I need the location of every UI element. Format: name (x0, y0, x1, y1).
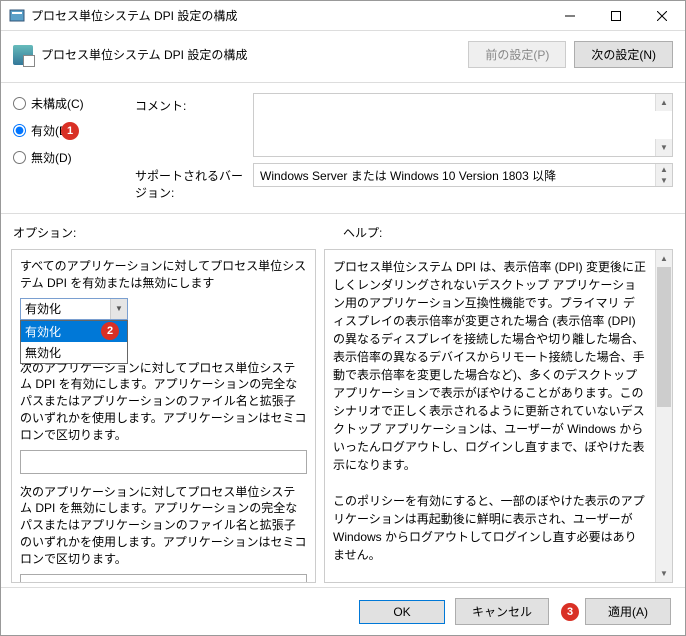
app-icon (9, 8, 25, 24)
options-panel: すべてのアプリケーションに対してプロセス単位システム DPI を有効または無効に… (11, 249, 316, 583)
help-panel: プロセス単位システム DPI は、表示倍率 (DPI) 変更後に正しくレンダリン… (324, 249, 673, 583)
minimize-button[interactable] (547, 1, 593, 30)
annotation-badge-3: 3 (561, 603, 579, 621)
titlebar: プロセス単位システム DPI 設定の構成 (1, 1, 685, 31)
options-heading: オプション: (13, 224, 343, 241)
enable-disable-dropdown[interactable]: 有効化 ▼ 有効化 2 無効化 (20, 298, 128, 320)
dropdown-item-enable[interactable]: 有効化 2 (21, 321, 127, 342)
scroll-down-icon[interactable]: ▼ (655, 139, 672, 156)
apply-button[interactable]: 適用(A) (585, 598, 671, 625)
enable-apps-label: 次のアプリケーションに対してプロセス単位システム DPI を有効にします。アプリ… (20, 360, 307, 444)
policy-title: プロセス単位システム DPI 設定の構成 (41, 46, 460, 63)
scroll-down-icon[interactable]: ▼ (656, 565, 672, 582)
dropdown-value: 有効化 (25, 300, 61, 317)
scrollbar-thumb[interactable] (657, 267, 671, 407)
supported-version-value: Windows Server または Windows 10 Version 18… (260, 169, 556, 183)
radio-not-configured[interactable]: 未構成(C) (13, 95, 123, 112)
dropdown-item-disable[interactable]: 無効化 (21, 342, 127, 363)
all-apps-label: すべてのアプリケーションに対してプロセス単位システム DPI を有効または無効に… (20, 258, 307, 292)
radio-label: 未構成(C) (31, 95, 84, 112)
radio-label: 無効(D) (31, 149, 72, 166)
help-heading: ヘルプ: (343, 224, 382, 241)
scroll-down-icon[interactable]: ▼ (655, 175, 672, 186)
disable-apps-label: 次のアプリケーションに対してプロセス単位システム DPI を無効にします。アプリ… (20, 484, 307, 568)
scroll-up-icon[interactable]: ▲ (656, 250, 672, 267)
policy-icon (13, 45, 33, 65)
cancel-button[interactable]: キャンセル (455, 598, 549, 625)
supported-version-text: Windows Server または Windows 10 Version 18… (253, 163, 673, 187)
radio-disabled[interactable]: 無効(D) (13, 149, 123, 166)
next-setting-button[interactable]: 次の設定(N) (574, 41, 673, 68)
window-title: プロセス単位システム DPI 設定の構成 (31, 7, 547, 24)
ok-button[interactable]: OK (359, 600, 445, 624)
radio-enabled[interactable]: 有効(E) 1 (13, 122, 123, 139)
maximize-button[interactable] (593, 1, 639, 30)
dropdown-list: 有効化 2 無効化 (20, 320, 128, 364)
supported-label: サポートされるバージョン: (135, 163, 245, 201)
help-text: プロセス単位システム DPI は、表示倍率 (DPI) 変更後に正しくレンダリン… (333, 258, 664, 583)
dropdown-item-label: 有効化 (25, 325, 61, 339)
chevron-down-icon[interactable]: ▼ (110, 299, 127, 319)
scroll-up-icon[interactable]: ▲ (655, 94, 672, 111)
annotation-badge-2: 2 (101, 322, 119, 340)
annotation-badge-1: 1 (61, 122, 79, 140)
scroll-up-icon[interactable]: ▲ (655, 164, 672, 175)
comment-textarea[interactable]: ▲ ▼ (253, 93, 673, 157)
enable-apps-input[interactable] (20, 450, 307, 474)
scrollbar[interactable]: ▲ ▼ (655, 250, 672, 582)
disable-apps-input[interactable] (20, 574, 307, 583)
close-button[interactable] (639, 1, 685, 30)
previous-setting-button: 前の設定(P) (468, 41, 566, 68)
comment-label: コメント: (135, 93, 245, 114)
